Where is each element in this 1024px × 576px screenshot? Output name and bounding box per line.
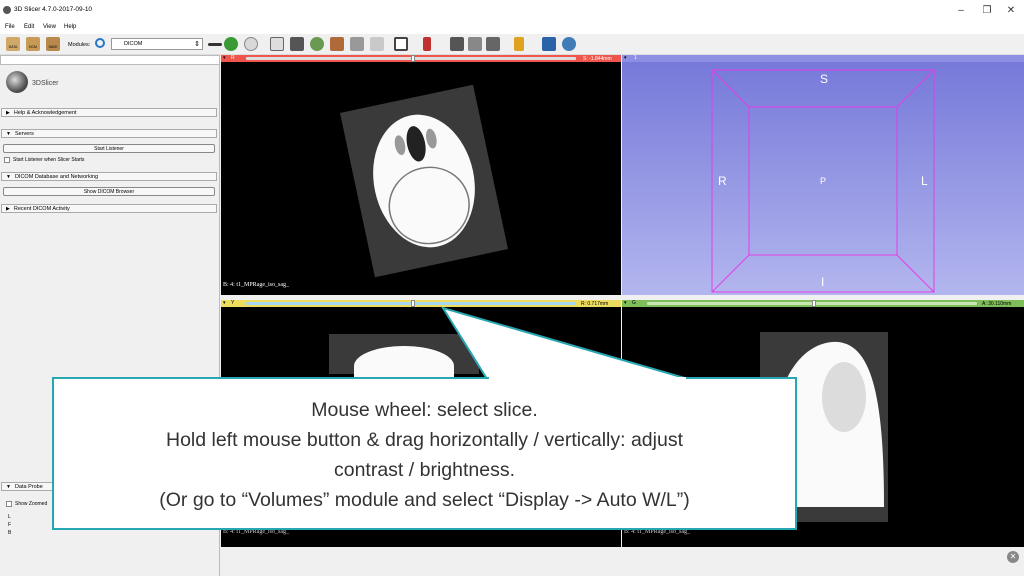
callout-line: contrast / brightness.: [333, 459, 515, 481]
callout-joint: [489, 377, 686, 380]
callout-line: Hold left mouse button & drag horizontal…: [165, 429, 683, 451]
callout-line: (Or go to “Volumes” module and select “D…: [159, 489, 690, 511]
annotation-callout: Mouse wheel: select slice. Hold left mou…: [52, 377, 797, 530]
callout-line: Mouse wheel: select slice.: [311, 399, 538, 421]
